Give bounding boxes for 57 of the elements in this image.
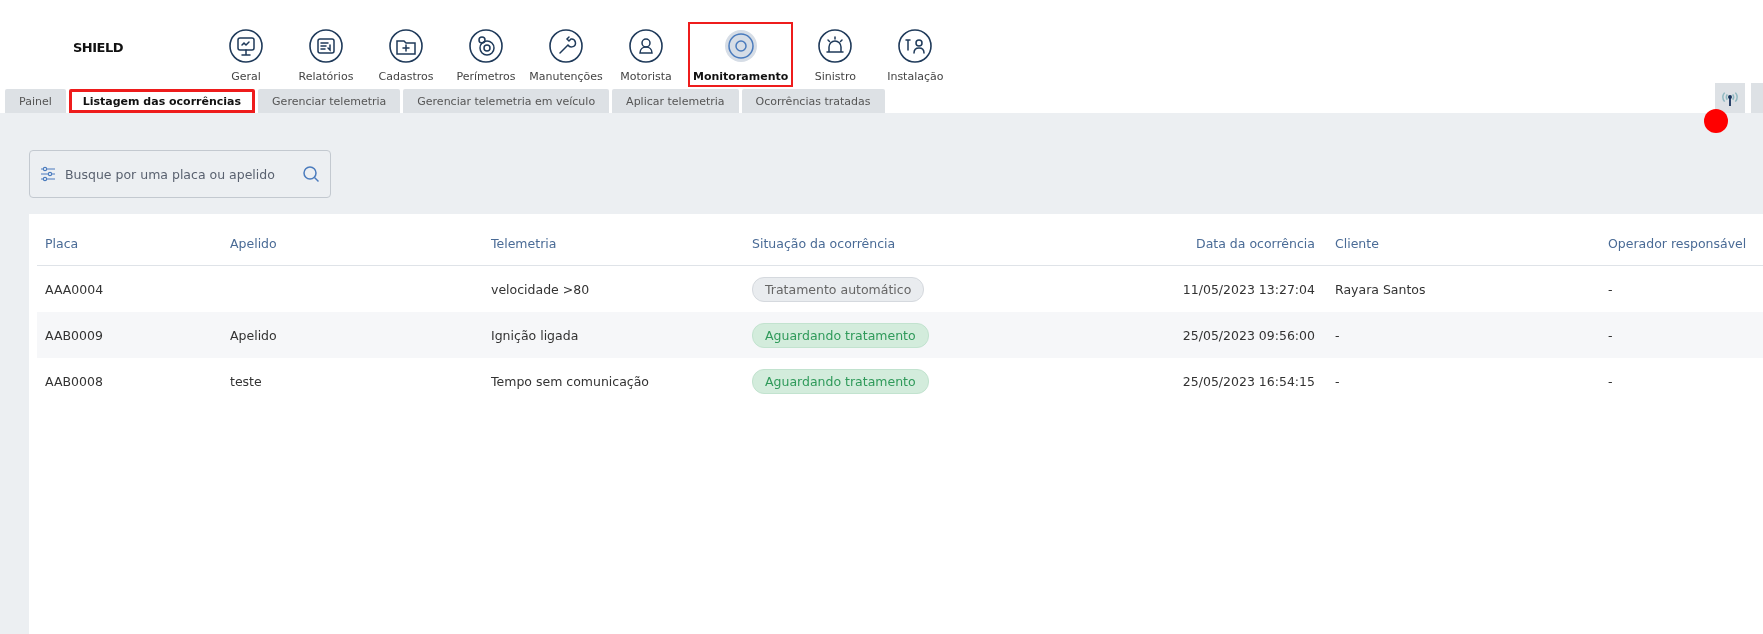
people-icon — [897, 28, 934, 64]
status-badge: Aguardando tratamento — [752, 322, 929, 348]
column-header[interactable]: Data da ocorrência — [1044, 236, 1327, 251]
nav-item[interactable]: Relatórios — [286, 22, 366, 87]
folder-plus-icon — [388, 28, 424, 64]
nav-item[interactable]: Manutenções — [526, 22, 606, 87]
nav-item[interactable]: Geral — [206, 22, 286, 87]
nav-item[interactable]: Motorista — [606, 22, 686, 87]
table-cell-text: Apelido — [229, 327, 278, 343]
nav-item[interactable]: Monitoramento — [688, 22, 794, 87]
table-cell-text: AAA0004 — [44, 281, 105, 297]
nav-item[interactable]: Sinistro — [795, 22, 876, 87]
tab[interactable]: Ocorrências tratadas — [741, 89, 885, 113]
table-cell-text: Rayara Santos — [1334, 281, 1427, 297]
tab[interactable]: Gerenciar telemetria em veículo — [403, 89, 610, 113]
table-cell-text: - — [1607, 281, 1614, 297]
filter-icon — [40, 166, 56, 182]
person-icon — [628, 28, 664, 64]
nav-item[interactable]: Cadastros — [366, 22, 446, 87]
logo-text: SHIELD — [72, 40, 123, 55]
table-cell-text: AAB0009 — [44, 327, 104, 343]
nav-item[interactable]: Perímetros — [446, 22, 526, 87]
siren-icon — [817, 28, 854, 64]
table-cell-text: 25/05/2023 09:56:00 — [1181, 327, 1316, 343]
status-badge: Tratamento automático — [752, 276, 925, 302]
table-cell-text: - — [1607, 373, 1614, 389]
ring-icon — [722, 28, 759, 64]
table-cell-text: - — [1334, 373, 1341, 389]
table-cell-text: velocidade >80 — [490, 281, 591, 297]
table-cell-text: AAB0008 — [44, 373, 104, 389]
table-cell-text: Ignição ligada — [490, 327, 580, 343]
column-header[interactable]: Placa — [37, 236, 222, 251]
column-header[interactable]: Operador responsável — [1600, 236, 1763, 251]
column-header[interactable]: Situação da ocorrência — [744, 236, 1044, 251]
nav-item[interactable]: Instalação — [875, 22, 956, 87]
table-cell-text: 25/05/2023 16:54:15 — [1181, 373, 1316, 389]
target-icon — [468, 28, 504, 64]
tab[interactable]: Listagem das ocorrências — [68, 89, 256, 113]
marker-dot — [1704, 109, 1728, 133]
column-header[interactable]: Apelido — [222, 236, 483, 251]
search-icon[interactable] — [302, 165, 320, 183]
tab[interactable]: Painel — [5, 89, 66, 113]
table-cell-text: Tempo sem comunicação — [490, 373, 650, 389]
antenna-button[interactable] — [1715, 83, 1745, 113]
monitor-icon — [228, 28, 264, 64]
document-icon — [308, 28, 344, 64]
status-badge: Aguardando tratamento — [752, 368, 929, 394]
column-header[interactable]: Telemetria — [483, 236, 744, 251]
table-cell-text: - — [1334, 327, 1341, 343]
search-field[interactable]: Busque por uma placa ou apelido — [63, 165, 295, 183]
search-bar[interactable]: Busque por uma placa ou apelido — [29, 150, 331, 198]
table-cell-text: teste — [229, 373, 263, 389]
tab[interactable]: Aplicar telemetria — [612, 89, 739, 113]
table-cell-text: - — [1607, 327, 1614, 343]
table-cell-text: 11/05/2023 13:27:04 — [1181, 281, 1316, 297]
tab[interactable]: Gerenciar telemetria — [258, 89, 401, 113]
column-header[interactable]: Cliente — [1327, 236, 1600, 251]
